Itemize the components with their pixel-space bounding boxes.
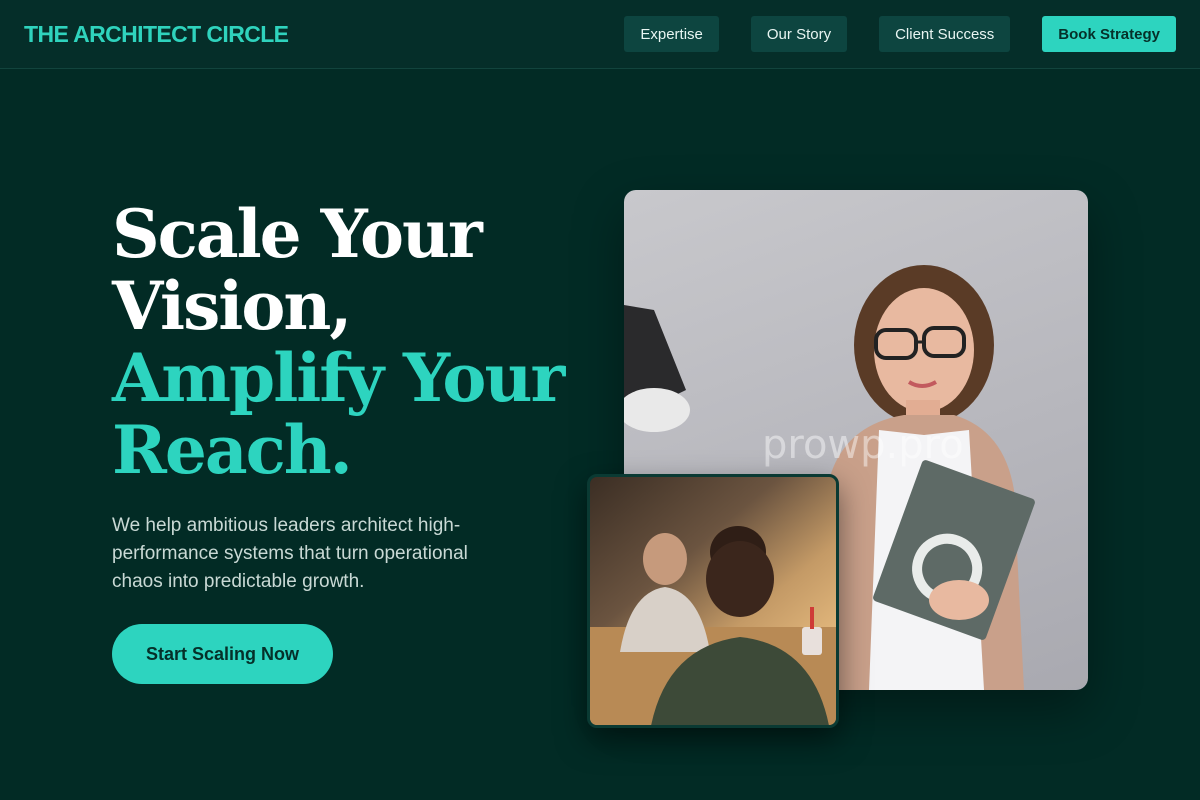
- headline-line-2: Vision,: [112, 267, 352, 345]
- main-nav: Expertise Our Story Client Success Book …: [624, 16, 1176, 52]
- main-photo-watermark: prowp.pro: [762, 422, 964, 468]
- headline-line-3: Amplify Your: [112, 339, 565, 417]
- site-header: THE ARCHITECT CIRCLE Expertise Our Story…: [0, 0, 1200, 69]
- nav-our-story-button[interactable]: Our Story: [750, 16, 848, 52]
- hero-photo-secondary: [587, 474, 839, 728]
- start-scaling-button[interactable]: Start Scaling Now: [112, 624, 333, 684]
- hero-headline: Scale Your Vision, Amplify Your Reach.: [112, 198, 572, 486]
- hero-description: We help ambitious leaders architect high…: [112, 515, 468, 592]
- meeting-illustration: [590, 526, 836, 725]
- brand-logo[interactable]: THE ARCHITECT CIRCLE: [24, 21, 289, 48]
- nav-client-success-button[interactable]: Client Success: [879, 16, 1011, 52]
- book-strategy-button[interactable]: Book Strategy: [1042, 16, 1176, 52]
- nav-expertise-button[interactable]: Expertise: [624, 16, 719, 52]
- headline-line-1: Scale Your: [112, 195, 483, 273]
- hero-text: Scale Your Vision, Amplify Your Reach. W…: [112, 198, 572, 596]
- headline-line-4: Reach.: [112, 411, 353, 489]
